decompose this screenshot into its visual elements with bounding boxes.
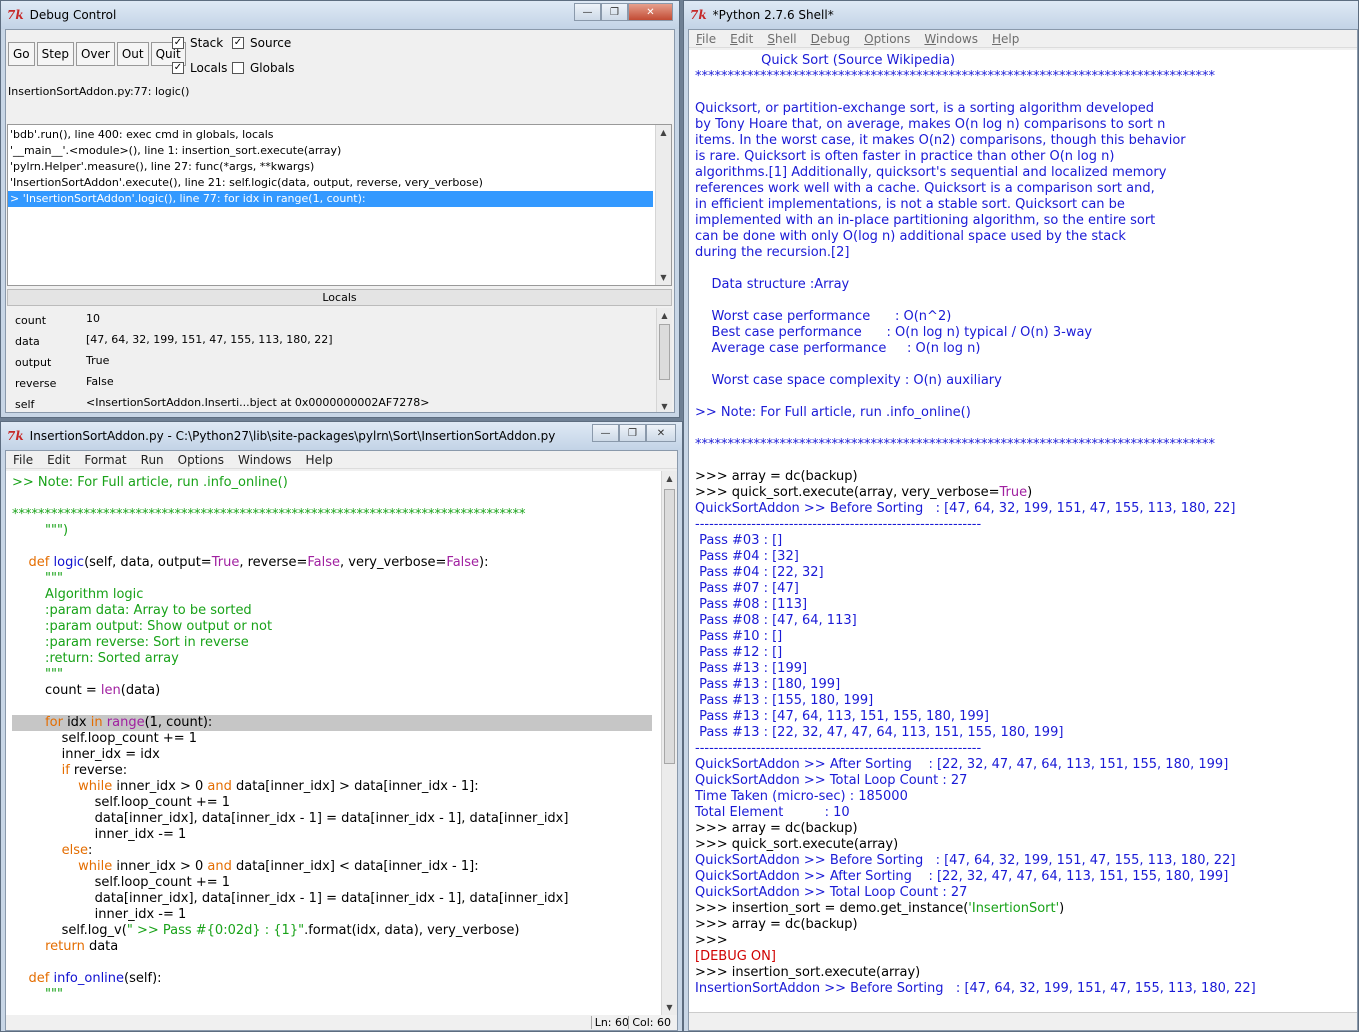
maximize-button[interactable]: ❐ [601, 3, 628, 21]
maximize-button[interactable]: ❐ [619, 424, 646, 442]
editor-window: 7k InsertionSortAddon.py - C:\Python27\l… [0, 421, 683, 1032]
menu-windows[interactable]: Windows [231, 453, 299, 467]
check-icon: ✓ [172, 62, 184, 74]
step-button[interactable]: Step [36, 42, 74, 66]
column-status: Col: 60 [628, 1016, 671, 1029]
shell-bottom-bar [689, 1012, 1357, 1030]
menu-options[interactable]: Options [171, 453, 231, 467]
editor-scrollbar[interactable]: ▲ ▼ [661, 471, 677, 1015]
stack-checkbox[interactable]: ✓ Stack [172, 36, 223, 50]
minimize-button[interactable]: — [592, 424, 619, 442]
locals-scrollbar[interactable]: ▲ ▼ [656, 308, 672, 412]
scroll-up-icon[interactable]: ▲ [657, 308, 672, 323]
shell-text-area[interactable]: Quick Sort (Source Wikipedia) **********… [689, 50, 1357, 1030]
stack-frame[interactable]: '__main__'.<module>(), line 1: insertion… [8, 143, 653, 159]
locals-checkbox[interactable]: ✓ Locals [172, 61, 227, 75]
scroll-down-icon[interactable]: ▼ [656, 270, 671, 285]
tk-icon: 7k [690, 8, 707, 22]
debug-window-title: Debug Control [29, 8, 117, 22]
stack-frame[interactable]: > 'InsertionSortAddon'.logic(), line 77:… [8, 191, 653, 207]
menu-file[interactable]: File [6, 453, 40, 467]
menu-file[interactable]: File [689, 32, 723, 46]
scroll-up-icon[interactable]: ▲ [656, 125, 671, 140]
local-value: <InsertionSortAddon.Inserti...bject at 0… [86, 396, 430, 409]
editor-window-title: InsertionSortAddon.py - C:\Python27\lib\… [29, 429, 556, 443]
unchecked-box-icon [232, 62, 244, 74]
scroll-thumb[interactable] [664, 489, 675, 764]
go-button[interactable]: Go [8, 42, 35, 66]
tk-icon: 7k [7, 429, 24, 443]
menu-format[interactable]: Format [77, 453, 133, 467]
shell-window: 7k *Python 2.7.6 Shell* File Edit Shell … [683, 0, 1359, 1032]
scroll-up-icon[interactable]: ▲ [662, 471, 677, 486]
check-icon: ✓ [172, 37, 184, 49]
local-name: data [15, 335, 40, 348]
debug-status: InsertionSortAddon.py:77: logic() [8, 85, 190, 98]
check-icon: ✓ [232, 37, 244, 49]
locals-row[interactable]: self <InsertionSortAddon.Inserti...bject … [11, 392, 652, 412]
debug-control-window: 7k Debug Control — ❐ ✕ Go Step Over Out … [0, 0, 680, 418]
editor-text-area[interactable]: >> Note: For Full article, run .info_onl… [6, 471, 677, 1015]
editor-code: >> Note: For Full article, run .info_onl… [12, 475, 569, 1002]
close-button[interactable]: ✕ [628, 3, 673, 21]
tk-icon: 7k [7, 8, 24, 22]
shell-output: Quick Sort (Source Wikipedia) **********… [695, 53, 1256, 996]
shell-menubar: File Edit Shell Debug Options Windows He… [689, 30, 1357, 48]
local-value: [47, 64, 32, 199, 151, 47, 155, 113, 180… [86, 333, 333, 346]
locals-row[interactable]: reverse False [11, 371, 652, 391]
globals-checkbox[interactable]: Globals [232, 61, 295, 75]
local-name: count [15, 314, 47, 327]
locals-panel[interactable]: count 10 data [47, 64, 32, 199, 151, 47, 15… [7, 308, 672, 412]
line-number-status: Ln: 60 [590, 1016, 629, 1029]
scroll-down-icon[interactable]: ▼ [657, 399, 672, 412]
shell-window-title: *Python 2.7.6 Shell* [712, 8, 834, 22]
local-name: self [15, 398, 35, 411]
editor-statusbar: Ln: 60 Col: 60 [6, 1015, 677, 1030]
editor-titlebar[interactable]: 7k InsertionSortAddon.py - C:\Python27\l… [1, 422, 682, 450]
menu-windows[interactable]: Windows [917, 32, 985, 46]
stack-frame[interactable]: 'bdb'.run(), line 400: exec cmd in globa… [8, 127, 653, 143]
locals-row[interactable]: output True [11, 350, 652, 370]
shell-titlebar[interactable]: 7k *Python 2.7.6 Shell* [684, 1, 1358, 29]
local-name: reverse [15, 377, 57, 390]
menu-help[interactable]: Help [299, 453, 340, 467]
locals-header: Locals [7, 289, 672, 306]
stack-list[interactable]: 'bdb'.run(), line 400: exec cmd in globa… [7, 124, 672, 286]
scroll-thumb[interactable] [659, 324, 670, 380]
stack-scrollbar[interactable]: ▲ ▼ [655, 125, 671, 285]
stack-frame[interactable]: 'InsertionSortAddon'.execute(), line 21:… [8, 175, 653, 191]
menu-help[interactable]: Help [985, 32, 1026, 46]
menu-shell[interactable]: Shell [760, 32, 803, 46]
locals-row[interactable]: count 10 [11, 308, 652, 328]
over-button[interactable]: Over [75, 42, 115, 66]
debug-titlebar[interactable]: 7k Debug Control — ❐ ✕ [1, 1, 679, 29]
out-button[interactable]: Out [116, 42, 149, 66]
menu-edit[interactable]: Edit [40, 453, 77, 467]
editor-menubar: File Edit Format Run Options Windows Hel… [6, 451, 677, 469]
local-value: 10 [86, 312, 100, 325]
menu-debug[interactable]: Debug [804, 32, 857, 46]
menu-run[interactable]: Run [134, 453, 171, 467]
menu-edit[interactable]: Edit [723, 32, 760, 46]
menu-options[interactable]: Options [857, 32, 917, 46]
close-button[interactable]: ✕ [646, 424, 676, 442]
scroll-down-icon[interactable]: ▼ [662, 1000, 677, 1015]
source-checkbox[interactable]: ✓ Source [232, 36, 291, 50]
stack-frame[interactable]: 'pylrn.Helper'.measure(), line 27: func(… [8, 159, 653, 175]
minimize-button[interactable]: — [574, 3, 601, 21]
local-value: False [86, 375, 114, 388]
local-name: output [15, 356, 52, 369]
local-value: True [86, 354, 110, 367]
locals-row[interactable]: data [47, 64, 32, 199, 151, 47, 155, 113,… [11, 329, 652, 349]
